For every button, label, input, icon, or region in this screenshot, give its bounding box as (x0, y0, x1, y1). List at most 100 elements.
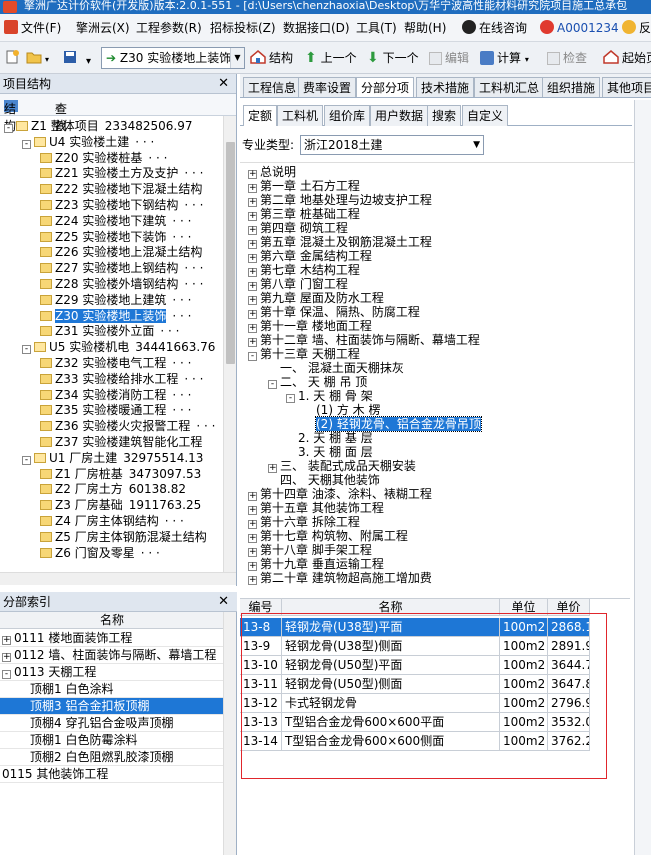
collapse-toggle-icon[interactable]: - (2, 670, 11, 679)
chapter-node[interactable]: + 第四章 砌筑工程 (248, 221, 348, 235)
index-row[interactable]: -0113 天棚工程 (0, 664, 224, 681)
collapse-toggle-icon[interactable]: + (248, 226, 257, 235)
quota-header-cell[interactable]: 单价 (548, 599, 590, 616)
chapter-node[interactable]: 3. 天 棚 面 层 (286, 445, 373, 459)
structure-button[interactable]: 结构 (250, 47, 293, 69)
collapse-toggle-icon[interactable]: + (248, 170, 257, 179)
collapse-toggle-icon[interactable]: + (248, 282, 257, 291)
tree-node[interactable]: Z4 厂房主体钢结构 · · · (40, 513, 184, 529)
chapter-node[interactable]: + 第十八章 脚手架工程 (248, 543, 372, 557)
main-tab[interactable]: 技术措施 (416, 77, 475, 97)
index-vscroll[interactable] (223, 612, 236, 855)
tree-node[interactable]: Z30 实验楼地上装饰 · · · (40, 308, 191, 324)
tree-node[interactable]: Z26 实验楼地上混凝土结构 (40, 244, 202, 260)
menu-project-params[interactable]: 工程参数(R) (136, 18, 202, 38)
menu-help[interactable]: 帮助(H) (404, 18, 446, 38)
tree-node[interactable]: Z31 实验楼外立面 · · · (40, 323, 179, 339)
chapter-node[interactable]: 四、 天棚其他装饰 (268, 473, 380, 487)
tree-node[interactable]: Z6 门窗及零星 · · · (40, 545, 160, 561)
main-tab[interactable]: 工料机汇总 (474, 77, 545, 97)
main-tab[interactable]: 其他项目 (602, 77, 651, 97)
collapse-toggle-icon[interactable]: - (22, 345, 31, 355)
collapse-toggle-icon[interactable]: + (248, 198, 257, 207)
index-row[interactable]: 顶棚2 白色阻燃乳胶漆顶棚 (0, 749, 224, 766)
collapse-toggle-icon[interactable]: + (248, 184, 257, 193)
library-tab[interactable]: 组价库 (324, 105, 371, 126)
tree-node[interactable]: Z32 实验楼电气工程 · · · (40, 355, 191, 371)
tree-node[interactable]: Z35 实验楼暖通工程 · · · (40, 402, 191, 418)
new-file-button[interactable] (4, 47, 23, 69)
collapse-toggle-icon[interactable]: + (248, 310, 257, 319)
index-row[interactable]: 顶棚3 铝合金扣板顶棚 (0, 698, 224, 715)
tree-node[interactable]: Z28 实验楼外墙钢结构 · · · (40, 276, 203, 292)
chapter-node[interactable]: + 三、 装配式成品天棚安装 (268, 459, 416, 473)
quota-row[interactable]: 13-11 轻钢龙骨(U50型)侧面 100m2 3647.8 (240, 675, 590, 694)
chapter-node[interactable]: - 第十三章 天棚工程 (248, 347, 360, 361)
chapter-node[interactable]: + 第五章 混凝土及钢筋混凝土工程 (248, 235, 432, 249)
index-row[interactable]: 顶棚1 白色涂料 (0, 681, 224, 698)
chapter-node[interactable]: + 第十二章 墙、柱面装饰与隔断、幕墙工程 (248, 333, 480, 347)
current-node-selector[interactable]: ➔ Z30 实验楼地上装饰 ▼ (101, 47, 245, 69)
chapter-node[interactable]: (2) 轻钢龙骨、铝合金龙骨吊顶 (304, 416, 482, 432)
menu-bidding[interactable]: 招标投标(Z) (210, 18, 276, 38)
next-button[interactable]: ⬇ 下一个 (367, 47, 419, 69)
online-consult-button[interactable]: 在线咨询 (462, 18, 527, 38)
tree-node[interactable]: Z36 实验楼火灾报警工程 · · · (40, 418, 215, 434)
tree-node[interactable]: - U1 厂房土建 32975514.13 (22, 450, 203, 466)
collapse-toggle-icon[interactable]: + (268, 464, 277, 473)
tree-node[interactable]: Z22 实验楼地下混凝土结构 (40, 181, 202, 197)
collapse-toggle-icon[interactable]: - (268, 380, 277, 389)
chapter-node[interactable]: + 第九章 屋面及防水工程 (248, 291, 384, 305)
tree-node[interactable]: Z37 实验楼建筑智能化工程 (40, 434, 202, 450)
main-tab[interactable]: 费率设置 (298, 77, 357, 97)
tree-node[interactable]: Z1 厂房桩基 3473097.53 (40, 466, 201, 482)
chapter-node[interactable]: + 第六章 金属结构工程 (248, 249, 372, 263)
library-tab[interactable]: 用户数据 (370, 105, 429, 126)
quota-row[interactable]: 13-10 轻钢龙骨(U50型)平面 100m2 3644.7 (240, 656, 590, 675)
collapse-toggle-icon[interactable]: + (248, 534, 257, 543)
project-tree-vscroll[interactable] (223, 116, 236, 572)
chapter-node[interactable]: + 第十七章 构筑物、附属工程 (248, 529, 408, 543)
library-tab[interactable]: 定额 (243, 105, 278, 126)
collapse-toggle-icon[interactable]: - (286, 394, 295, 403)
chapter-node[interactable]: + 第八章 门窗工程 (248, 277, 348, 291)
collapse-toggle-icon[interactable]: + (248, 324, 257, 333)
tree-node[interactable]: Z27 实验楼地上钢结构 · · · (40, 260, 203, 276)
close-icon[interactable]: ✕ (218, 74, 229, 94)
save-button[interactable] (62, 47, 81, 69)
quota-row[interactable]: 13-9 轻钢龙骨(U38型)侧面 100m2 2891.9 (240, 637, 590, 656)
tree-node[interactable]: - Z1 整体项目 233482506.97 (4, 118, 193, 134)
index-column-header[interactable]: 名称 (0, 612, 224, 629)
chapter-node[interactable]: + 第十一章 楼地面工程 (248, 319, 372, 333)
library-tab[interactable]: 搜索 (427, 105, 462, 126)
index-row[interactable]: 顶棚1 白色防霉涂料 (0, 732, 224, 749)
tree-node[interactable]: Z24 实验楼地下建筑 · · · (40, 213, 191, 229)
chapter-node[interactable]: 2. 天 棚 基 层 (286, 431, 373, 445)
spec-type-select[interactable]: 浙江2018土建 ▼ (300, 135, 484, 155)
chapter-node[interactable]: + 第三章 桩基础工程 (248, 207, 360, 221)
collapse-toggle-icon[interactable]: + (248, 254, 257, 263)
collapse-toggle-icon[interactable]: + (248, 548, 257, 557)
library-tab[interactable]: 工料机 (277, 105, 324, 126)
chapter-node[interactable]: + 第二章 地基处理与边坡支护工程 (248, 193, 432, 207)
chapter-node[interactable]: -1. 天 棚 骨 架 (286, 389, 373, 403)
collapse-toggle-icon[interactable]: - (248, 352, 257, 361)
quota-row[interactable]: 13-12 卡式轻钢龙骨 100m2 2796.9 (240, 694, 590, 713)
chapter-node[interactable]: - 二、 天 棚 吊 顶 (268, 375, 367, 389)
check-button[interactable]: 检查 (547, 47, 587, 69)
quota-header-cell[interactable]: 单位 (500, 599, 548, 616)
chapter-node[interactable]: + 第十章 保温、隔热、防腐工程 (248, 305, 420, 319)
quota-row[interactable]: 13-13 T型铝合金龙骨600×600平面 100m2 3532.0 (240, 713, 590, 732)
chapter-node[interactable]: + 第十四章 油漆、涂料、裱糊工程 (248, 487, 432, 501)
dropdown-arrow-icon[interactable]: ▾ (86, 51, 91, 73)
scroll-thumb[interactable] (226, 142, 235, 364)
quota-row[interactable]: 13-14 T型铝合金龙骨600×600侧面 100m2 3762.2 (240, 732, 590, 751)
menu-feedback[interactable]: 反 (622, 18, 651, 38)
collapse-toggle-icon[interactable]: + (248, 506, 257, 515)
main-tab[interactable]: 组织措施 (542, 77, 601, 97)
chapter-node[interactable]: (1) 方 木 楞 (304, 403, 380, 417)
collapse-toggle-icon[interactable]: + (248, 562, 257, 571)
main-tab[interactable]: 工程信息 (243, 77, 302, 97)
chapter-node[interactable]: + 第七章 木结构工程 (248, 263, 360, 277)
start-page-button[interactable]: 起始页 (603, 47, 651, 69)
